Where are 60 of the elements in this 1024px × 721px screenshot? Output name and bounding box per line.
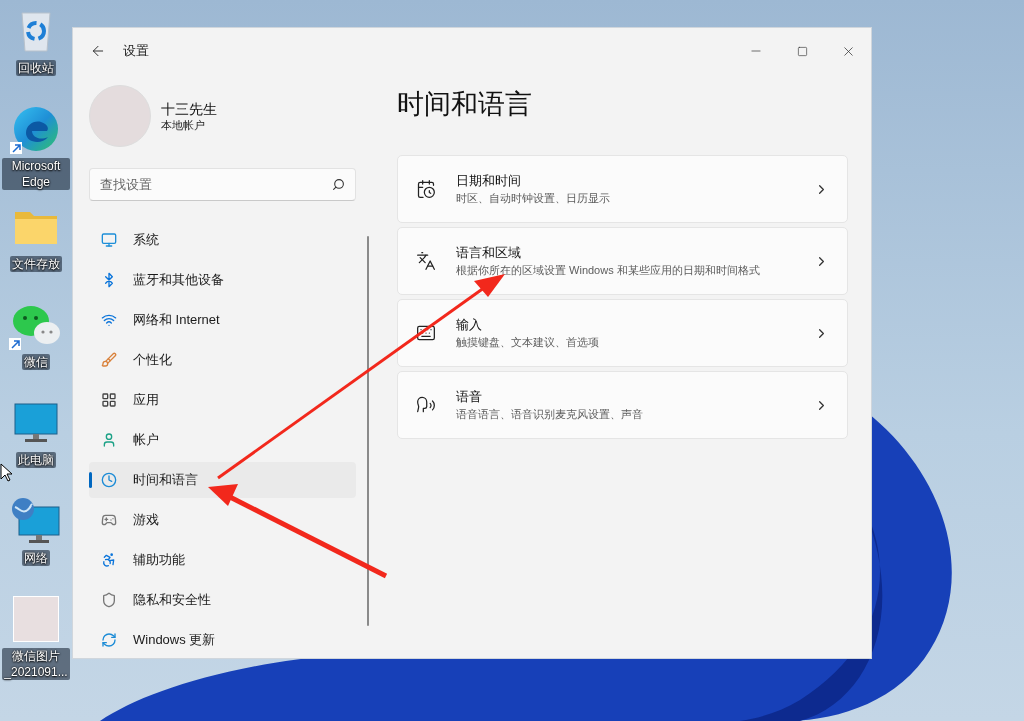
desktop-icon-label[interactable]: 微信 <box>22 354 50 370</box>
sidebar-item[interactable]: 应用 <box>89 382 356 418</box>
desktop-icon-label[interactable]: 微信图片_2021091... <box>2 648 70 680</box>
sidebar-item[interactable]: 系统 <box>89 222 356 258</box>
card-title: 语言和区域 <box>456 244 522 262</box>
monitor-icon <box>101 232 117 248</box>
edge-logo-icon <box>12 105 60 153</box>
language-icon <box>416 251 436 271</box>
shortcut-arrow-icon <box>10 142 22 154</box>
calendar-clock-icon <box>416 179 436 199</box>
photo-placeholder <box>13 596 59 642</box>
brush-icon <box>101 352 117 368</box>
card-title: 语音 <box>456 388 483 406</box>
sidebar-item[interactable]: 个性化 <box>89 342 356 378</box>
desktop-icon-label[interactable]: 回收站 <box>16 60 56 76</box>
page-title: 时间和语言 <box>397 88 533 121</box>
speaking-person-icon <box>416 395 436 415</box>
desktop-icon-label[interactable]: 文件存放 <box>10 256 62 272</box>
maximize-icon <box>796 45 808 57</box>
card-description: 语音语言、语音识别麦克风设置、声音 <box>456 407 644 422</box>
network-monitor-icon <box>11 497 61 545</box>
settings-card[interactable]: 日期和时间 时区、自动时钟设置、日历显示 <box>397 155 848 223</box>
sidebar-item[interactable]: 时间和语言 <box>89 462 356 498</box>
sidebar-item[interactable]: 隐私和安全性 <box>89 582 356 618</box>
sidebar-item[interactable]: 蓝牙和其他设备 <box>89 262 356 298</box>
sidebar-item[interactable]: 网络和 Internet <box>89 302 356 338</box>
mouse-cursor-icon <box>0 463 12 482</box>
settings-card[interactable]: 输入 触摸键盘、文本建议、首选项 <box>397 299 848 367</box>
window-title: 设置 <box>123 42 149 61</box>
search-field[interactable]: 查找设置 <box>89 168 356 201</box>
card-description: 时区、自动时钟设置、日历显示 <box>456 191 611 206</box>
user-name: 十三先生 <box>161 99 217 118</box>
card-title: 输入 <box>456 316 483 334</box>
gamepad-icon <box>101 512 117 528</box>
chat-bubbles-icon <box>11 303 61 347</box>
desktop-icon-label[interactable]: 网络 <box>22 550 50 566</box>
settings-card[interactable]: 语音 语音语言、语音识别麦克风设置、声音 <box>397 371 848 439</box>
apps-grid-icon <box>101 392 117 408</box>
settings-card[interactable]: 语言和区域 根据你所在的区域设置 Windows 和某些应用的日期和时间格式 <box>397 227 848 295</box>
sidebar-item[interactable]: 帐户 <box>89 422 356 458</box>
person-icon <box>101 432 117 448</box>
monitor-icon <box>13 402 59 444</box>
accessibility-icon <box>101 552 117 568</box>
shortcut-arrow-icon <box>9 338 21 350</box>
refresh-icon <box>101 632 117 648</box>
shield-icon <box>101 592 117 608</box>
sidebar-item[interactable]: 辅助功能 <box>89 542 356 578</box>
keyboard-icon <box>416 323 436 343</box>
desktop-icon-label[interactable]: Microsoft Edge <box>2 158 70 190</box>
sidebar-item[interactable]: Windows 更新 <box>89 622 356 658</box>
search-icon <box>332 178 345 191</box>
wifi-icon <box>101 312 117 328</box>
card-description: 根据你所在的区域设置 Windows 和某些应用的日期和时间格式 <box>456 263 761 278</box>
account-type: 本地帐户 <box>161 117 206 133</box>
selection-indicator <box>89 472 92 488</box>
clock-icon <box>101 472 117 488</box>
card-description: 触摸键盘、文本建议、首选项 <box>456 335 600 350</box>
sidebar-item[interactable]: 游戏 <box>89 502 356 538</box>
desktop-icon-label[interactable]: 此电脑 <box>16 452 56 468</box>
card-title: 日期和时间 <box>456 172 522 190</box>
